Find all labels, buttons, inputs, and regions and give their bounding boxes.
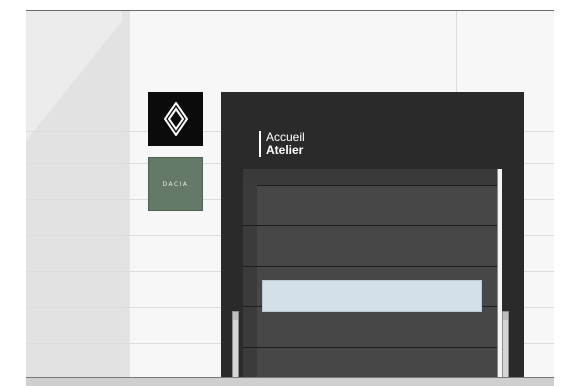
renault-sign	[148, 92, 203, 146]
door-side-panel	[243, 185, 257, 386]
renault-logo-icon	[163, 102, 188, 136]
door-window	[262, 280, 482, 312]
door-panel-line	[243, 266, 501, 267]
door-header	[243, 169, 501, 186]
dacia-sign: DACIA	[148, 157, 203, 211]
dacia-logo-text: DACIA	[162, 180, 189, 188]
reception-label: Accueil Atelier	[259, 131, 305, 157]
label-atelier: Atelier	[266, 143, 304, 157]
door-panel-line	[243, 225, 501, 226]
bollard-left	[232, 311, 239, 386]
garage-door	[243, 169, 501, 386]
storefront-illustration: DACIA Accueil Atelier	[26, 10, 554, 386]
door-panel-line	[243, 347, 501, 348]
bollard-right	[502, 311, 509, 386]
